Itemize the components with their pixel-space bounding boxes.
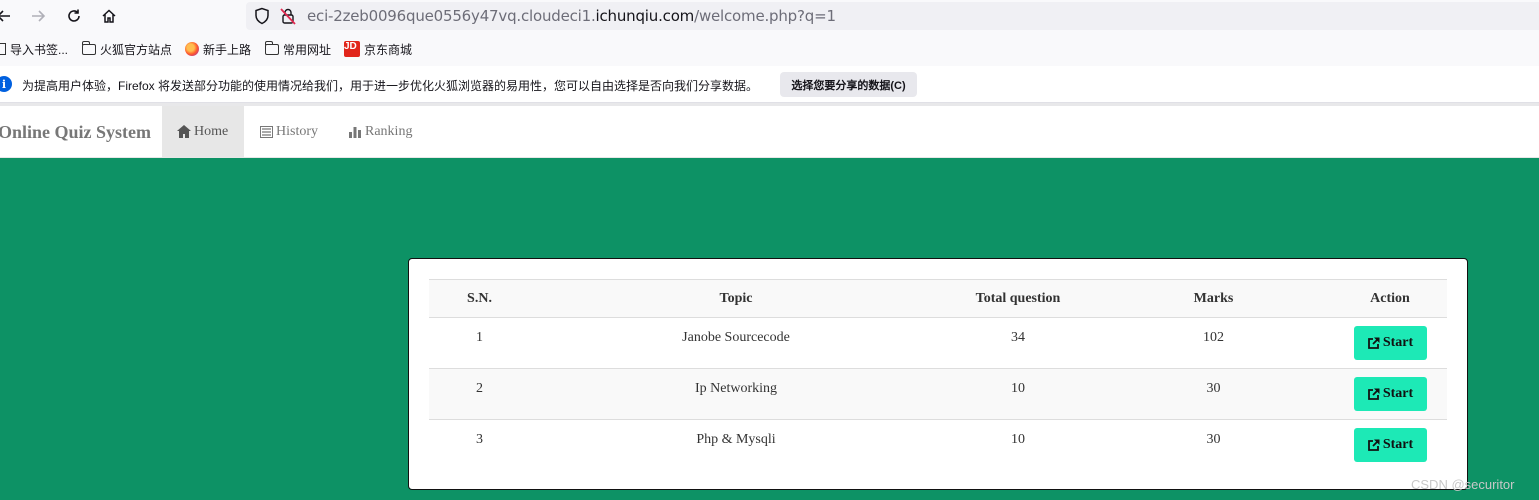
list-icon: [260, 125, 273, 138]
nav-home-label: Home: [194, 123, 229, 139]
nav-history-label: History: [276, 123, 318, 139]
folder-icon: [264, 40, 279, 55]
cell-marks: 102: [1094, 317, 1333, 369]
cell-marks: 30: [1206, 432, 1221, 447]
bookmark-label: 火狐官方站点: [100, 42, 173, 57]
cell-marks: 30: [1094, 368, 1333, 420]
bookmark-firefox-site[interactable]: 火狐官方站点: [81, 40, 173, 58]
reload-button[interactable]: [62, 4, 86, 28]
bookmark-import[interactable]: 导入书签...: [0, 40, 68, 58]
header-sn: S.N.: [429, 279, 530, 318]
start-button[interactable]: Start: [1353, 377, 1427, 411]
bookmark-label: 常用网址: [283, 42, 332, 57]
cell-sn: 2: [429, 368, 530, 420]
url-text[interactable]: eci-2zeb0096que0556y47vq.cloudeci1.ichun…: [307, 7, 836, 25]
header-action: Action: [1333, 279, 1447, 318]
url-bar[interactable]: eci-2zeb0096que0556y47vq.cloudeci1.ichun…: [246, 2, 1539, 30]
cell-total: 34: [942, 317, 1094, 369]
cell-topic: Php & Mysqli: [696, 432, 776, 447]
url-domain: ichunqiu.com: [595, 7, 695, 25]
bookmark-getting-started[interactable]: 新手上路: [185, 40, 251, 58]
cell-action: Start: [1333, 420, 1447, 471]
cell-topic: Janobe Sourcecode: [530, 317, 942, 369]
back-button[interactable]: [0, 4, 16, 28]
bar-chart-icon: [349, 126, 362, 138]
nav-ranking-label: Ranking: [365, 123, 413, 139]
choose-data-button[interactable]: 选择您要分享的数据(C): [780, 72, 917, 97]
bookmark-label: 新手上路: [203, 42, 252, 57]
header-total-question: Total question: [942, 279, 1094, 318]
bookmark-common-sites[interactable]: 常用网址: [264, 40, 332, 58]
nav-history[interactable]: History: [260, 106, 318, 157]
start-button-label: Start: [1382, 335, 1414, 350]
start-button[interactable]: Start: [1353, 428, 1427, 462]
bookmarks-bar: 导入书签... 火狐官方站点 新手上路 常用网址 JD 京东商城: [0, 32, 1539, 66]
cell-action: Start: [1333, 368, 1447, 420]
table-header-row: S.N. Topic Total question Marks Action: [429, 279, 1447, 318]
home-icon: [177, 125, 191, 138]
external-link-icon: [1367, 336, 1380, 349]
cell-total: 10: [942, 368, 1094, 420]
shield-icon[interactable]: [254, 7, 270, 25]
bookmark-label: 导入书签...: [10, 42, 69, 57]
page-body: S.N. Topic Total question Marks Action 1…: [0, 158, 1539, 500]
url-suffix: /welcome.php?q=1: [694, 7, 836, 25]
cell-sn: 3: [476, 432, 483, 447]
notification-message: 为提高用户体验，Firefox 将发送部分功能的使用情况给我们，用于进一步优化火…: [22, 79, 759, 93]
table-row: 2 Ip Networking 10 30 Start: [429, 368, 1447, 420]
cell-topic: Ip Networking: [530, 368, 942, 420]
arrow-left-icon: [0, 10, 10, 22]
table-row: 1 Janobe Sourcecode 34 102 Start: [429, 317, 1447, 369]
firefox-icon: [185, 42, 199, 56]
info-icon: i: [0, 76, 12, 92]
external-link-icon: [1367, 438, 1380, 451]
start-button[interactable]: Start: [1353, 326, 1427, 360]
nav-ranking[interactable]: Ranking: [349, 106, 412, 157]
home-button[interactable]: [97, 4, 121, 28]
app-navbar: Online Quiz System Home History Ranking: [0, 106, 1539, 158]
cell-total: 10: [1011, 432, 1025, 447]
home-icon: [102, 9, 116, 23]
quiz-table: S.N. Topic Total question Marks Action 1…: [429, 279, 1447, 471]
import-icon: [0, 43, 6, 55]
brand-title[interactable]: Online Quiz System: [0, 122, 151, 143]
bookmark-label: 京东商城: [364, 42, 413, 57]
nav-home[interactable]: Home: [162, 106, 244, 157]
browser-toolbar: eci-2zeb0096que0556y47vq.cloudeci1.ichun…: [0, 0, 1539, 32]
header-topic: Topic: [530, 279, 942, 318]
reload-icon: [68, 9, 80, 22]
quiz-panel: S.N. Topic Total question Marks Action 1…: [408, 258, 1468, 490]
folder-icon: [81, 40, 96, 55]
start-button-label: Start: [1382, 437, 1414, 452]
insecure-lock-icon[interactable]: [280, 7, 296, 25]
bookmark-jd[interactable]: JD 京东商城: [344, 40, 412, 58]
header-marks: Marks: [1094, 279, 1333, 318]
arrow-right-icon: [32, 10, 46, 22]
cell-sn: 1: [429, 317, 530, 369]
forward-button[interactable]: [26, 4, 50, 28]
watermark: CSDN @securitor: [1411, 477, 1515, 492]
table-row: 3 Php & Mysqli 10 30 Start: [429, 420, 1447, 471]
external-link-icon: [1367, 387, 1380, 400]
cell-action: Start: [1333, 317, 1447, 369]
jd-icon: JD: [344, 41, 360, 57]
data-sharing-notification: i 为提高用户体验，Firefox 将发送部分功能的使用情况给我们，用于进一步优…: [0, 66, 1539, 103]
url-prefix: eci-2zeb0096que0556y47vq.cloudeci1.: [307, 7, 596, 25]
start-button-label: Start: [1382, 386, 1414, 401]
